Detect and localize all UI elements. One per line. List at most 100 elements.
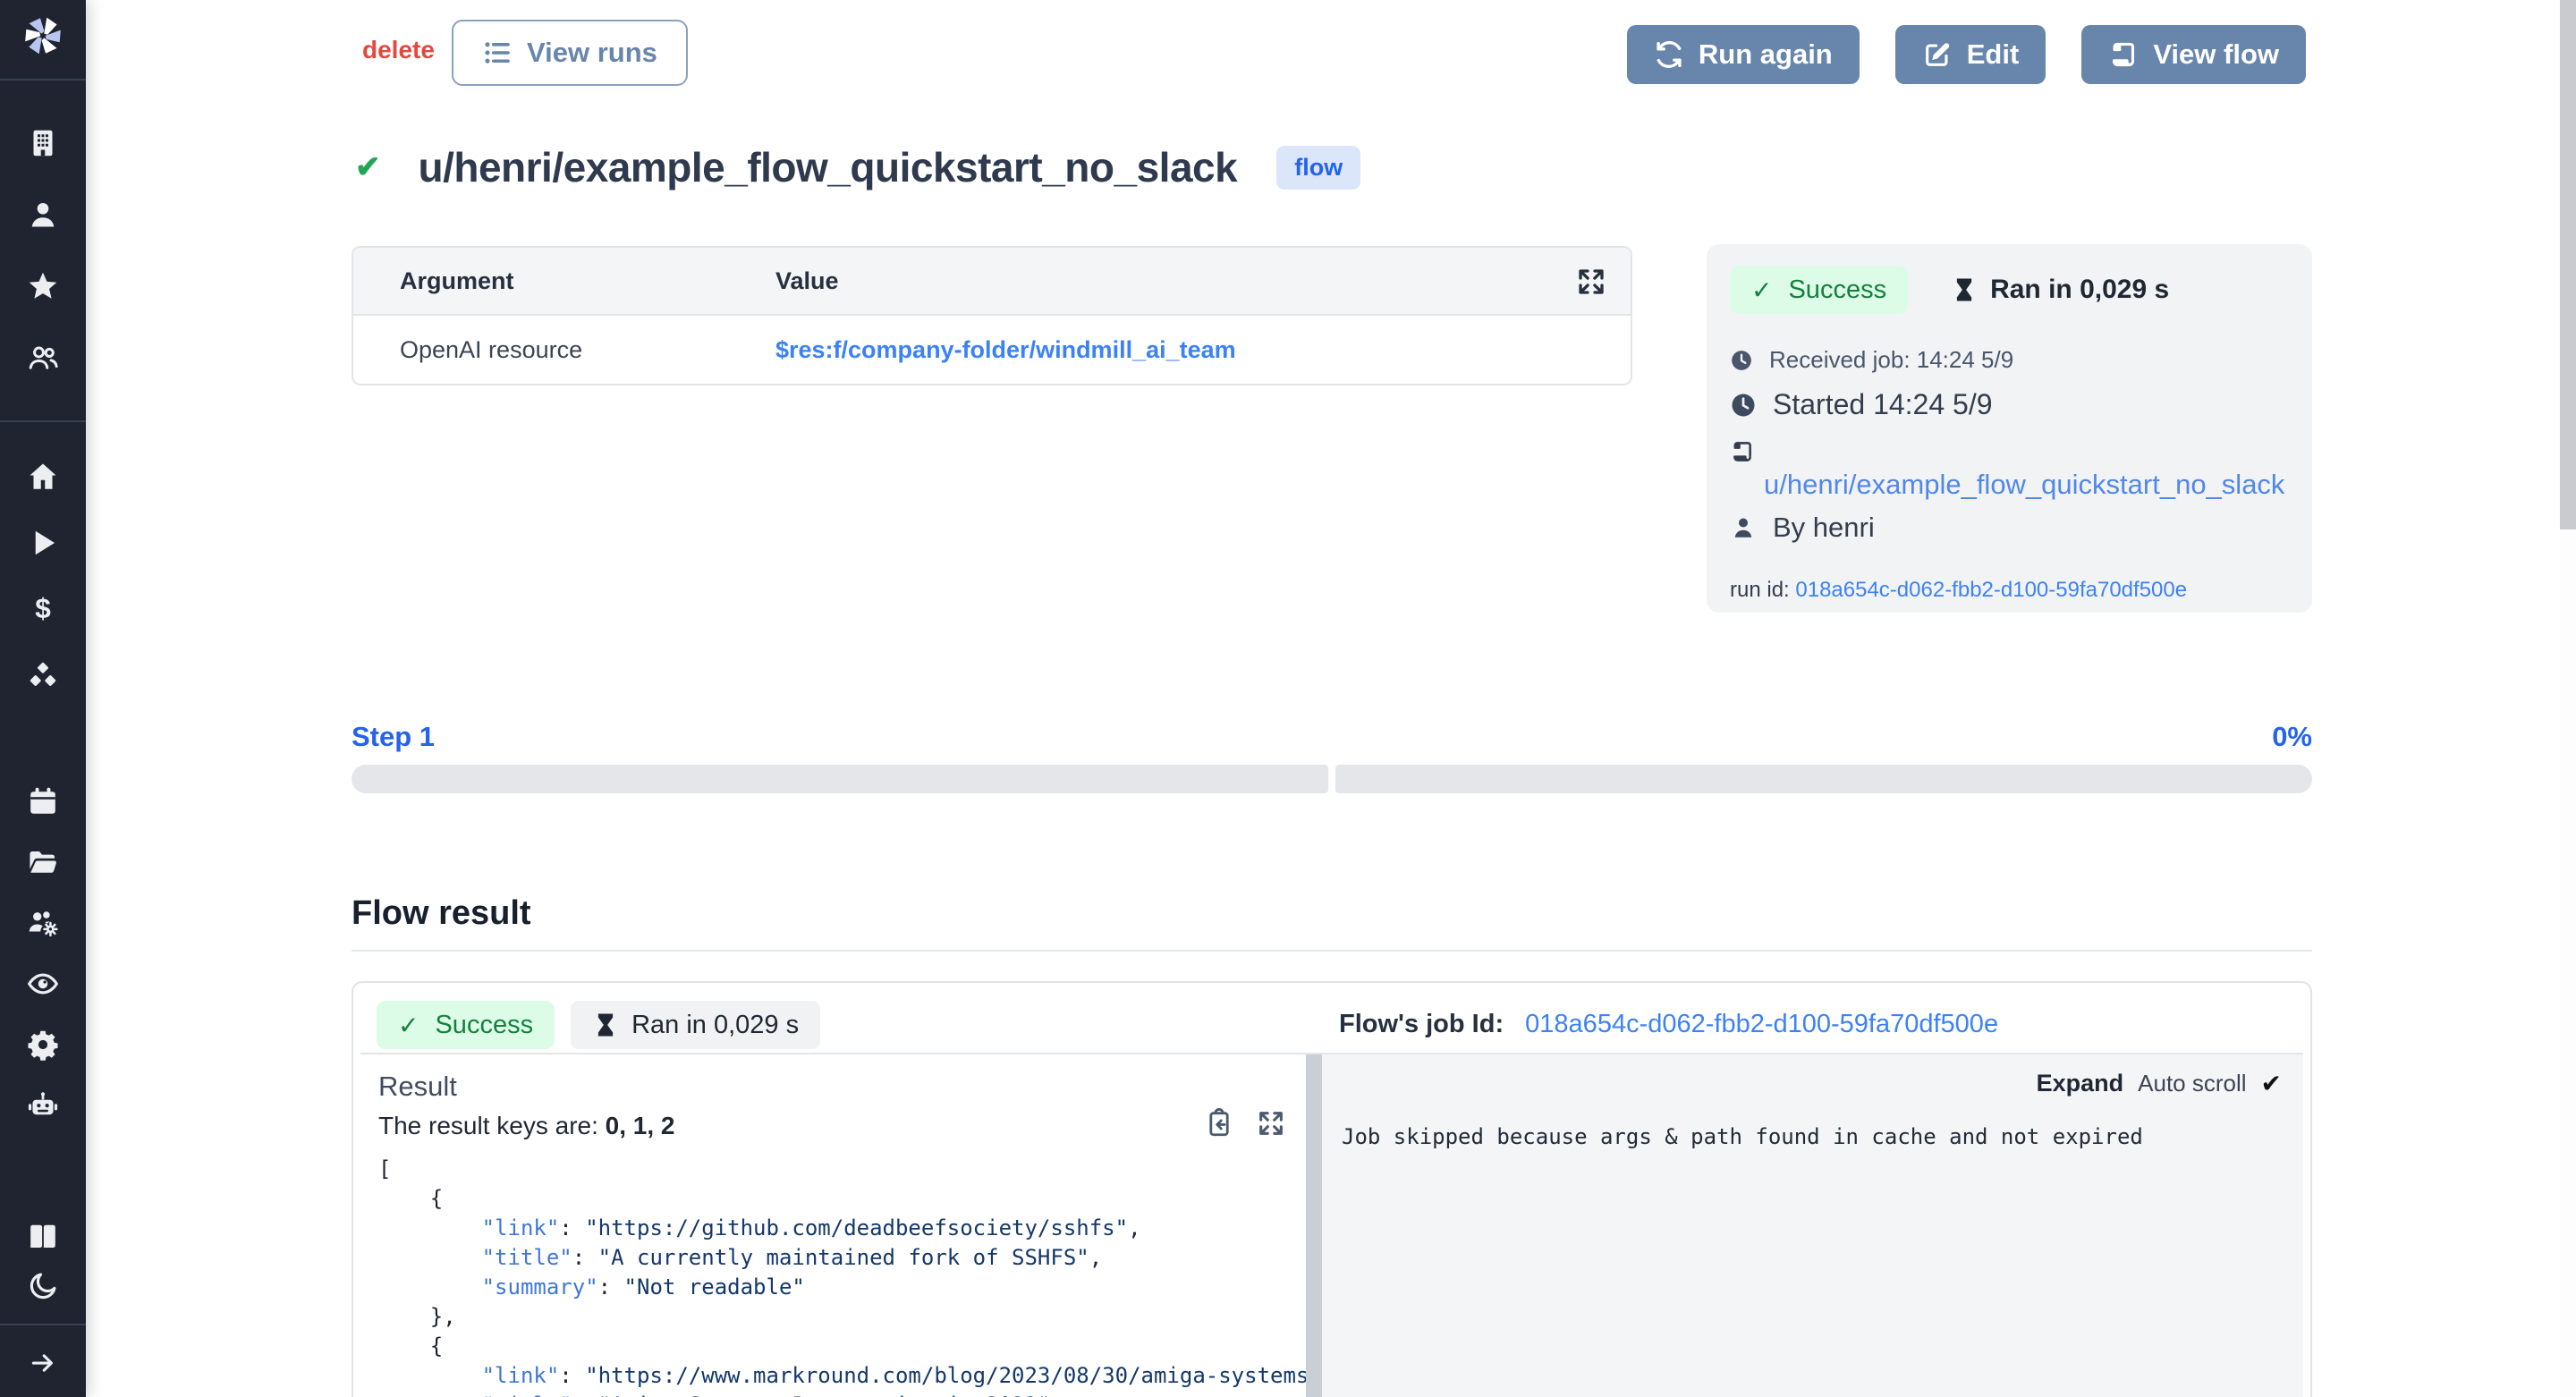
column-value: Value xyxy=(775,267,839,295)
sidebar-item-audit-logs[interactable] xyxy=(0,953,86,1014)
json-line: { xyxy=(378,1184,1306,1214)
run-id-link[interactable]: 018a654c-d062-fbb2-d100-59fa70df500e xyxy=(1795,578,2187,602)
status-badge: ✓ Success xyxy=(377,1001,555,1049)
sidebar-item-docs[interactable] xyxy=(0,1211,86,1261)
windmill-logo[interactable] xyxy=(0,13,86,59)
sidebar-item-workers[interactable] xyxy=(0,1075,86,1136)
sidebar-item-favorites[interactable] xyxy=(0,250,86,322)
clock-icon xyxy=(1730,349,1753,372)
json-line: "title": "A currently maintained fork of… xyxy=(378,1243,1306,1273)
status-label: Success xyxy=(435,1011,533,1040)
run-again-button[interactable]: Run again xyxy=(1627,25,1860,84)
arguments-table-header: Argument Value xyxy=(353,248,1631,316)
dollar-icon: $ xyxy=(27,593,59,625)
progress-segment[interactable] xyxy=(1335,765,2312,793)
sidebar-item-settings[interactable] xyxy=(0,1014,86,1075)
sidebar-divider xyxy=(0,1324,86,1325)
expand-result-icon[interactable] xyxy=(1256,1108,1286,1139)
result-log-split: Result The result keys are: 0, 1, 2 [ { … xyxy=(360,1053,2303,1397)
gear-icon xyxy=(27,1029,59,1061)
duration-label: Ran in 0,029 s xyxy=(1990,275,2169,305)
sidebar-item-account[interactable] xyxy=(0,179,86,250)
toolbar-actions: Run again Edit View flow xyxy=(1627,25,2306,84)
json-line: [ xyxy=(378,1155,1306,1184)
page-scrollbar-thumb[interactable] xyxy=(2560,0,2576,529)
sidebar-item-schedules[interactable] xyxy=(0,771,86,832)
expand-table-icon[interactable] xyxy=(1575,266,1607,298)
sidebar-item-resources[interactable] xyxy=(0,642,86,708)
edit-label: Edit xyxy=(1967,38,2020,71)
sidebar-divider xyxy=(0,420,86,422)
clock-icon xyxy=(1730,392,1757,419)
sidebar-item-groups[interactable] xyxy=(0,893,86,953)
play-icon xyxy=(27,527,59,559)
run-author-label: By henri xyxy=(1773,512,1875,544)
arguments-table: Argument Value OpenAI resource$res:f/com… xyxy=(352,246,1632,385)
check-icon: ✓ xyxy=(1751,275,1772,305)
sidebar-group-admin xyxy=(0,771,86,1136)
list-icon xyxy=(482,38,513,68)
flow-badge: flow xyxy=(1276,146,1360,190)
received-job: Received job: 14:24 5/9 xyxy=(1730,346,2289,374)
json-line: "link": "https://github.com/deadbeefsoci… xyxy=(378,1214,1306,1243)
edit-pencil-icon xyxy=(1922,39,1953,70)
edit-button[interactable]: Edit xyxy=(1895,25,2046,84)
flow-result-card: ✓ Success Ran in 0,029 s Flow's job Id: … xyxy=(352,981,2312,1397)
home-icon xyxy=(27,461,59,493)
view-flow-button[interactable]: View flow xyxy=(2081,25,2306,84)
hourglass-icon xyxy=(592,1012,619,1038)
moon-icon xyxy=(27,1270,59,1302)
duration-chip: Ran in 0,029 s xyxy=(571,1001,820,1049)
started-at: Started 14:24 5/9 xyxy=(1730,388,2289,421)
argument-value-link[interactable]: $res:f/company-folder/windmill_ai_team xyxy=(775,336,1236,364)
eye-icon xyxy=(27,968,59,1000)
progress-percent: 0% xyxy=(2272,721,2312,753)
robot-icon xyxy=(27,1089,59,1122)
sidebar-collapse-button[interactable] xyxy=(0,1334,86,1392)
delete-button[interactable]: delete xyxy=(362,36,435,64)
duration: Ran in 0,029 s xyxy=(1951,275,2169,305)
log-text: Job skipped because args & path found in… xyxy=(1342,1124,2284,1149)
step-label[interactable]: Step 1 xyxy=(352,721,435,753)
sidebar-item-runs[interactable] xyxy=(0,510,86,576)
sidebar-item-folders[interactable] xyxy=(0,832,86,893)
sidebar-item-home[interactable] xyxy=(0,444,86,510)
users-icon xyxy=(27,342,59,374)
run-id-row: run id: 018a654c-d062-fbb2-d100-59fa70df… xyxy=(1730,578,2289,603)
person-icon xyxy=(1730,514,1757,541)
progress-bar xyxy=(352,765,2312,793)
sidebar-item-workspace[interactable] xyxy=(0,107,86,179)
json-line: "link": "https://www.markround.com/blog/… xyxy=(378,1361,1306,1391)
view-runs-label: View runs xyxy=(527,37,657,69)
view-runs-button[interactable]: View runs xyxy=(452,20,688,86)
sidebar-item-instance-groups[interactable] xyxy=(0,322,86,394)
json-line: "summary": "Not readable" xyxy=(378,1273,1306,1302)
started-at-label: Started 14:24 5/9 xyxy=(1773,388,1993,421)
expand-logs-button[interactable]: Expand xyxy=(2037,1070,2124,1097)
copy-result-icon[interactable] xyxy=(1204,1108,1234,1139)
duration-label: Ran in 0,029 s xyxy=(631,1011,799,1040)
success-check-icon: ✔ xyxy=(355,149,381,185)
scroll-icon xyxy=(1730,439,1755,464)
flow-job-id-link[interactable]: 018a654c-d062-fbb2-d100-59fa70df500e xyxy=(1525,1010,1998,1038)
folder-open-icon xyxy=(27,846,59,878)
flow-path-link[interactable]: u/henri/example_flow_quickstart_no_slack xyxy=(1730,469,2289,501)
sidebar-item-variables[interactable]: $ xyxy=(0,576,86,642)
page-title: u/henri/example_flow_quickstart_no_slack xyxy=(419,143,1238,191)
star-icon xyxy=(27,270,59,302)
log-panel: Expand Auto scroll ✔ Job skipped because… xyxy=(1322,1054,2303,1397)
column-argument: Argument xyxy=(353,267,775,295)
arguments-table-body: OpenAI resource$res:f/company-folder/win… xyxy=(353,316,1631,384)
page-scrollbar[interactable] xyxy=(2560,0,2576,1397)
result-title: Result xyxy=(378,1071,1306,1103)
progress-segment[interactable] xyxy=(352,765,1328,793)
step-progress-row: Step 1 0% xyxy=(352,721,2312,753)
result-keys: The result keys are: 0, 1, 2 xyxy=(378,1112,1306,1140)
json-line: { xyxy=(378,1332,1306,1361)
autoscroll-checkbox[interactable]: ✔ xyxy=(2261,1069,2282,1098)
run-info-panel: ✓ Success Ran in 0,029 s Received job: 1… xyxy=(1707,244,2312,613)
sidebar-item-dark-mode[interactable] xyxy=(0,1261,86,1311)
panel-resize-handle[interactable] xyxy=(1306,1054,1322,1397)
json-line: "title": "Amiga Systems Programming in 2… xyxy=(378,1391,1306,1397)
divider xyxy=(352,950,2312,952)
